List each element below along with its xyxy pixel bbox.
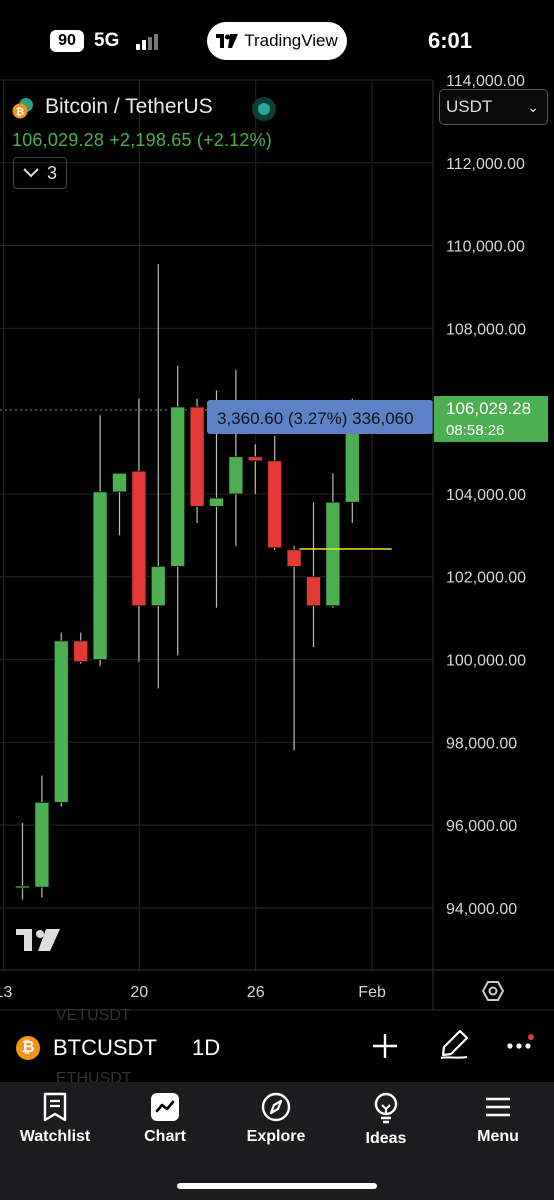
candle[interactable] (306, 502, 321, 648)
indicators-toggle[interactable]: 3 (13, 157, 67, 189)
candle-body (189, 406, 205, 507)
chart-vertical-grid (2, 80, 373, 970)
price-change-line: 106,029.28 +2,198.65 (+2.12%) (12, 130, 273, 150)
candle-body (170, 406, 186, 567)
price-chart[interactable]: 3,360.60 (3.27%) 336,060 114,000.00 112,0… (0, 0, 554, 1020)
hamburger-icon (486, 1097, 510, 1117)
y-axis: 114,000.00 112,000.00 110,000.00 108,000.00… (434, 73, 548, 918)
drawing-pen-icon[interactable] (438, 1028, 470, 1060)
y-tick-label: 102,000.00 (446, 570, 526, 587)
y-tick-label: 104,000.00 (446, 487, 526, 504)
candle-body (267, 460, 283, 549)
candle[interactable] (15, 823, 30, 900)
candle-body (286, 549, 302, 567)
candle[interactable] (267, 436, 283, 550)
candle[interactable] (189, 398, 205, 523)
candle[interactable] (131, 398, 147, 662)
chart-settings-icon[interactable] (481, 981, 505, 1001)
tradingview-watermark-icon (16, 929, 60, 951)
candle-body (34, 801, 50, 888)
nav-explore[interactable]: Explore (221, 1092, 331, 1146)
ghost-symbol-above: VETUSDT (56, 1007, 131, 1024)
candle[interactable] (53, 632, 69, 807)
candle-body (228, 456, 244, 495)
nav-label: Explore (246, 1128, 306, 1145)
y-tick-label: 110,000.00 (446, 239, 525, 256)
nav-menu[interactable]: Menu (443, 1092, 553, 1146)
svg-text:₿: ₿ (16, 106, 24, 118)
current-price-label: 106,029.28 (446, 399, 531, 418)
symbol-toolbar: VETUSDT ₿ BTCUSDT 1D ETHUSDT (0, 1007, 554, 1087)
candle[interactable] (34, 775, 50, 898)
market-open-indicator (252, 97, 276, 121)
measure-label: 3,360.60 (3.27%) 336,060 (217, 409, 414, 428)
y-tick-label: 98,000.00 (446, 735, 517, 752)
nav-chart[interactable]: Chart (110, 1092, 220, 1146)
candle[interactable] (73, 632, 89, 664)
y-tick-label: 100,000.00 (446, 653, 526, 670)
nav-label: Ideas (365, 1130, 407, 1147)
nav-label: Menu (477, 1128, 519, 1145)
nav-watchlist[interactable]: Watchlist (0, 1092, 110, 1146)
chart-icon (151, 1093, 179, 1121)
x-tick-label: 26 (247, 984, 265, 1001)
candle-body (131, 470, 147, 607)
watchlist-icon (43, 1092, 67, 1122)
candle-body (150, 565, 166, 607)
candle-body (53, 640, 69, 803)
y-tick-label: 96,000.00 (446, 818, 517, 835)
bitcoin-tether-logo-icon: ₿ (12, 98, 33, 119)
candle-body (247, 456, 263, 462)
currency-select[interactable]: USDT ⌄ (439, 89, 548, 125)
x-axis: 13 20 26 Feb (0, 984, 386, 1001)
candle-body (15, 885, 30, 889)
chevron-down-icon (23, 168, 39, 178)
candle-body (209, 497, 224, 507)
x-tick-label: Feb (358, 984, 386, 1001)
y-tick-label: 112,000.00 (446, 156, 525, 173)
x-tick-label: 13 (0, 984, 13, 1001)
candle-body (325, 501, 341, 607)
y-tick-label: 114,000.00 (446, 73, 525, 90)
candle-countdown-label: 08:58:26 (446, 422, 504, 439)
candles-layer (15, 264, 360, 900)
plus-icon[interactable] (371, 1032, 399, 1060)
candle[interactable] (112, 472, 127, 536)
nav-label: Chart (144, 1128, 186, 1145)
symbol-title[interactable]: Bitcoin / TetherUS (45, 95, 213, 119)
symbol-name[interactable]: BTCUSDT (53, 1035, 157, 1061)
nav-ideas[interactable]: Ideas (331, 1092, 441, 1148)
currency-value: USDT (446, 97, 493, 116)
chevron-down-icon: ⌄ (527, 99, 539, 115)
interval-button[interactable]: 1D (192, 1035, 220, 1061)
x-tick-label: 20 (130, 984, 148, 1001)
nav-label: Watchlist (19, 1128, 91, 1145)
candle[interactable] (247, 444, 263, 494)
y-tick-label: 108,000.00 (446, 321, 526, 338)
lightbulb-icon (374, 1092, 398, 1124)
candle-body (112, 472, 127, 493)
y-tick-label: 94,000.00 (446, 901, 517, 918)
candle-body (306, 576, 321, 607)
candle[interactable] (170, 365, 186, 656)
candle-body (73, 640, 89, 663)
more-options-icon[interactable] (506, 1030, 536, 1060)
indicators-count: 3 (46, 162, 57, 183)
candle[interactable] (228, 369, 244, 546)
compass-icon (261, 1092, 291, 1122)
candle[interactable] (92, 415, 108, 666)
candle-body (92, 491, 108, 660)
bitcoin-icon: ₿ (16, 1036, 40, 1060)
home-indicator (177, 1183, 377, 1189)
